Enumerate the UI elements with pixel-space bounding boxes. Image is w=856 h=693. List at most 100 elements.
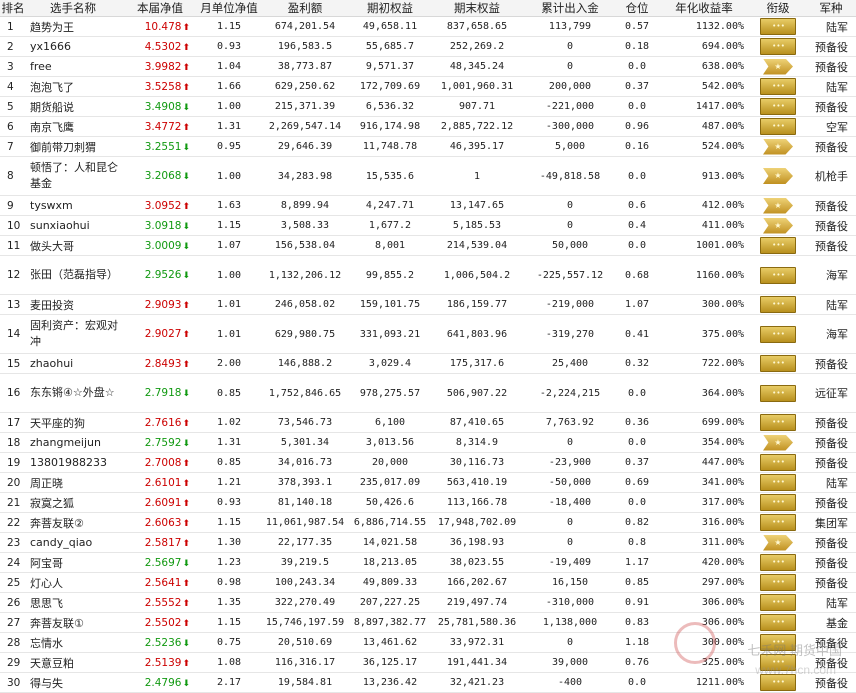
player-name-link[interactable]: 周正晓 — [26, 473, 122, 493]
rank-cell: 23 — [0, 533, 26, 553]
table-row[interactable]: 8顿悟了：人和昆仑基金3.2068⬇1.0034,283.9815,535.61… — [0, 157, 856, 196]
player-name-link[interactable]: 忘情水 — [26, 633, 122, 653]
table-row[interactable]: 28忘情水2.5236⬇0.7520,510.6913,461.6233,972… — [0, 633, 856, 653]
branch-cell: 预备役 — [806, 37, 856, 57]
column-header[interactable]: 衔级 — [750, 0, 806, 17]
table-row[interactable]: 21寂寞之狐2.6091⬆0.9381,140.1850,426.6113,16… — [0, 493, 856, 513]
player-name-link[interactable]: tyswxm — [26, 196, 122, 216]
table-row[interactable]: 7御前带刀刺猬3.2551⬇0.9529,646.3911,748.7846,3… — [0, 137, 856, 157]
table-row[interactable]: 29天意豆粕2.5139⬆1.08116,316.1736,125.17191,… — [0, 653, 856, 673]
player-name-link[interactable]: candy_qiao — [26, 533, 122, 553]
column-header[interactable]: 期初权益 — [350, 0, 430, 17]
rank-cell: 19 — [0, 453, 26, 473]
annual-return-cell: 354.00% — [658, 433, 750, 453]
player-name-link[interactable]: 泡泡飞了 — [26, 77, 122, 97]
player-name-link[interactable]: 南京飞鹰 — [26, 117, 122, 137]
player-name-link[interactable]: 寂寞之狐 — [26, 493, 122, 513]
player-name-link[interactable]: 固利资产：宏观对冲 — [26, 315, 122, 354]
player-name-link[interactable]: zhaohui — [26, 354, 122, 374]
player-name-link[interactable]: 思思飞 — [26, 593, 122, 613]
table-row[interactable]: 12张田（范磊指导）2.9526⬇1.001,132,206.1299,855.… — [0, 256, 856, 295]
player-name-link[interactable]: 得与失 — [26, 673, 122, 693]
table-row[interactable]: 4泡泡飞了3.5258⬆1.66629,250.62172,709.691,00… — [0, 77, 856, 97]
profit-cell: 8,899.94 — [260, 196, 350, 216]
start-equity-cell: 15,535.6 — [350, 157, 430, 196]
end-equity-cell: 46,395.17 — [430, 137, 524, 157]
player-name-link[interactable]: yx1666 — [26, 37, 122, 57]
position-cell: 0.96 — [616, 117, 658, 137]
column-header[interactable]: 盈利额 — [260, 0, 350, 17]
annual-return-cell: 524.00% — [658, 137, 750, 157]
player-name-link[interactable]: 御前带刀刺猬 — [26, 137, 122, 157]
player-name-link[interactable]: 麦田投资 — [26, 295, 122, 315]
table-row[interactable]: 26思思飞2.5552⬆1.35322,270.49207,227.25219,… — [0, 593, 856, 613]
table-row[interactable]: 9tyswxm3.0952⬆1.638,899.944,247.7113,147… — [0, 196, 856, 216]
player-name-link[interactable]: 趋势为王 — [26, 17, 122, 37]
table-row[interactable]: 10sunxiaohui3.0918⬇1.153,508.331,677.25,… — [0, 216, 856, 236]
column-header[interactable]: 年化收益率 — [658, 0, 750, 17]
net-flow-cell: 0 — [524, 513, 616, 533]
branch-cell: 空军 — [806, 117, 856, 137]
bar-rank-icon: • • • — [760, 514, 796, 531]
player-name-link[interactable]: 天平座的狗 — [26, 413, 122, 433]
stars-icon: • • • — [772, 42, 784, 50]
table-row[interactable]: 11做头大哥3.0009⬇1.07156,538.048,001214,539.… — [0, 236, 856, 256]
column-header[interactable]: 仓位 — [616, 0, 658, 17]
player-name-link[interactable]: sunxiaohui — [26, 216, 122, 236]
table-row[interactable]: 23candy_qiao2.5817⬆1.3022,177.3514,021.5… — [0, 533, 856, 553]
branch-cell: 机枪手 — [806, 157, 856, 196]
player-name-link[interactable]: 做头大哥 — [26, 236, 122, 256]
nav-value: 4.5302 — [145, 41, 182, 53]
column-header[interactable]: 期末权益 — [430, 0, 524, 17]
annual-return-cell: 297.00% — [658, 573, 750, 593]
table-row[interactable]: 15zhaohui2.8493⬆2.00146,888.23,029.4175,… — [0, 354, 856, 374]
table-row[interactable]: 22奔菩友联②2.6063⬆1.1511,061,987.546,886,714… — [0, 513, 856, 533]
profit-cell: 38,773.87 — [260, 57, 350, 77]
rank-badge-cell: • • • — [750, 553, 806, 573]
player-name-link[interactable]: free — [26, 57, 122, 77]
table-row[interactable]: 14固利资产：宏观对冲2.9027⬆1.01629,980.75331,093.… — [0, 315, 856, 354]
column-header[interactable]: 月单位净值 — [198, 0, 260, 17]
net-flow-cell: 0 — [524, 533, 616, 553]
table-row[interactable]: 16东东锵④☆外盘☆2.7918⬇0.851,752,846.65978,275… — [0, 374, 856, 413]
arrow-down-icon: ⬇ — [182, 559, 190, 569]
table-row[interactable]: 5期货船说3.4908⬇1.00215,371.396,536.32907.71… — [0, 97, 856, 117]
player-name-link[interactable]: 张田（范磊指导） — [26, 256, 122, 295]
table-row[interactable]: 3free3.9982⬆1.0438,773.879,571.3748,345.… — [0, 57, 856, 77]
player-name-link[interactable]: 东东锵④☆外盘☆ — [26, 374, 122, 413]
table-row[interactable]: 18zhangmeijun2.7592⬇1.315,301.343,013.56… — [0, 433, 856, 453]
player-name-link[interactable]: 奔菩友联① — [26, 613, 122, 633]
player-name-link[interactable]: 顿悟了：人和昆仑基金 — [26, 157, 122, 196]
column-header[interactable]: 累计出入金 — [524, 0, 616, 17]
player-name-link[interactable]: zhangmeijun — [26, 433, 122, 453]
player-name-link[interactable]: 阿宝哥 — [26, 553, 122, 573]
column-header[interactable]: 本届净值 — [122, 0, 198, 17]
table-row[interactable]: 20周正晓2.6101⬆1.21378,393.1235,017.09563,4… — [0, 473, 856, 493]
table-row[interactable]: 6南京飞鹰3.4772⬆1.312,269,547.14916,174.982,… — [0, 117, 856, 137]
table-row[interactable]: 27奔菩友联①2.5502⬆1.1515,746,197.598,897,382… — [0, 613, 856, 633]
end-equity-cell: 33,972.31 — [430, 633, 524, 653]
player-name-link[interactable]: 13801988233 — [26, 453, 122, 473]
bar-rank-icon: • • • — [760, 454, 796, 471]
table-row[interactable]: 24阿宝哥2.5697⬇1.2339,219.518,213.0538,023.… — [0, 553, 856, 573]
rank-badge-cell: • • • — [750, 473, 806, 493]
table-row[interactable]: 19138019882332.7008⬆0.8534,016.7320,0003… — [0, 453, 856, 473]
nav-cell: 2.6101⬆ — [122, 473, 198, 493]
table-row[interactable]: 25灯心人2.5641⬆0.98100,243.3449,809.33166,2… — [0, 573, 856, 593]
player-name-link[interactable]: 天意豆粕 — [26, 653, 122, 673]
column-header[interactable]: 排名 — [0, 0, 26, 17]
rank-badge-cell: • • • — [750, 256, 806, 295]
player-name-link[interactable]: 灯心人 — [26, 573, 122, 593]
table-row[interactable]: 13麦田投资2.9093⬆1.01246,058.02159,101.75186… — [0, 295, 856, 315]
player-name-link[interactable]: 奔菩友联② — [26, 513, 122, 533]
rank-badge-cell: ★ — [750, 433, 806, 453]
table-row[interactable]: 2yx16664.5302⬆0.93196,583.555,685.7252,2… — [0, 37, 856, 57]
table-row[interactable]: 1趋势为王10.478⬆1.15674,201.5449,658.11837,6… — [0, 17, 856, 37]
column-header[interactable]: 选手名称 — [26, 0, 122, 17]
table-row[interactable]: 17天平座的狗2.7616⬆1.0273,546.736,10087,410.6… — [0, 413, 856, 433]
column-header[interactable]: 军种 — [806, 0, 856, 17]
table-row[interactable]: 30得与失2.4796⬇2.1719,584.8113,236.4232,421… — [0, 673, 856, 693]
net-flow-cell: 5,000 — [524, 137, 616, 157]
arrow-up-icon: ⬆ — [182, 459, 190, 469]
player-name-link[interactable]: 期货船说 — [26, 97, 122, 117]
